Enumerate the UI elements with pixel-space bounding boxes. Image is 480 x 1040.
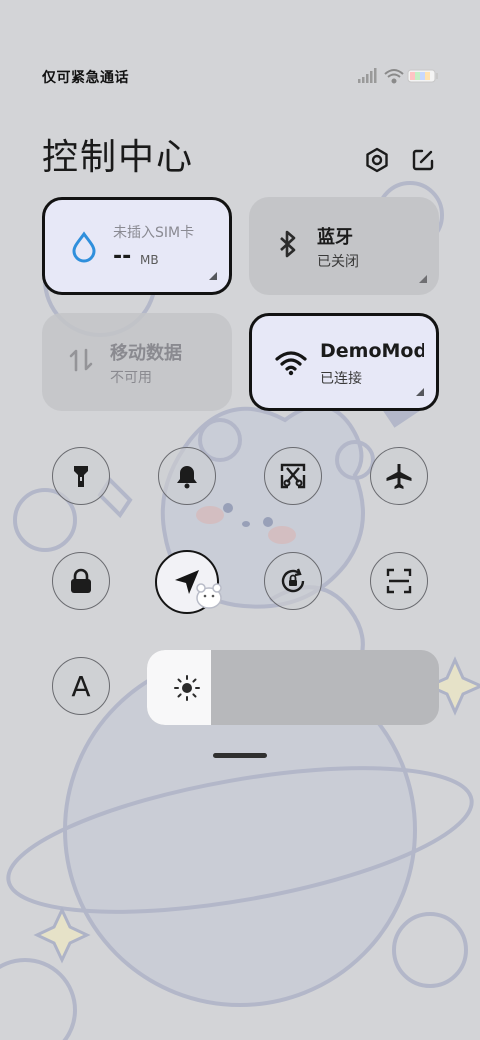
wifi-status-icon	[384, 69, 404, 84]
flashlight-toggle[interactable]	[52, 447, 110, 505]
screenshot-icon	[280, 463, 306, 489]
mobile-data-icon	[69, 348, 93, 372]
silent-toggle[interactable]	[158, 447, 216, 505]
expand-corner-icon	[416, 388, 424, 396]
expand-corner-icon	[209, 272, 217, 280]
battery-icon	[407, 69, 438, 83]
sim-status-label: 未插入SIM卡	[113, 225, 195, 241]
sim-data-tile[interactable]: 未插入SIM卡 -- MB	[42, 197, 232, 295]
drag-handle[interactable]	[213, 753, 267, 758]
scanner-toggle[interactable]	[370, 552, 428, 610]
data-usage-value: --	[113, 244, 132, 269]
sticker-icon	[196, 583, 222, 609]
page-title: 控制中心	[42, 137, 195, 178]
signal-icon	[358, 68, 377, 83]
edit-icon	[412, 149, 434, 171]
mobile-data-label: 移动数据	[110, 343, 182, 364]
data-usage-unit: MB	[140, 253, 159, 267]
wifi-icon	[275, 351, 307, 376]
bluetooth-tile[interactable]: 蓝牙 已关闭	[249, 197, 439, 295]
bluetooth-label: 蓝牙	[317, 227, 353, 248]
airplane-toggle[interactable]	[370, 447, 428, 505]
expand-corner-icon	[419, 275, 427, 283]
wifi-network-name: DemoMod	[320, 340, 424, 362]
mobile-data-tile[interactable]: 移动数据 不可用	[42, 313, 232, 411]
status-carrier-text: 仅可紧急通话	[42, 70, 129, 86]
airplane-icon	[386, 464, 412, 489]
wifi-tile[interactable]: DemoMod 已连接	[249, 313, 439, 411]
settings-button[interactable]	[362, 145, 392, 175]
mobile-data-status: 不可用	[110, 370, 152, 386]
screenshot-toggle[interactable]	[264, 447, 322, 505]
gear-icon	[366, 147, 388, 173]
water-drop-icon	[72, 231, 96, 263]
rotation-lock-icon	[281, 568, 305, 593]
edit-button[interactable]	[408, 145, 438, 175]
bluetooth-icon	[280, 230, 296, 258]
sun-icon	[174, 675, 200, 701]
wifi-status: 已连接	[320, 371, 362, 387]
scan-icon	[386, 568, 412, 594]
bluetooth-status: 已关闭	[317, 254, 359, 270]
rotation-lock-toggle[interactable]	[264, 552, 322, 610]
flashlight-icon	[74, 466, 88, 487]
bell-icon	[177, 466, 197, 489]
text-size-glyph: A	[71, 669, 91, 703]
brightness-slider[interactable]	[147, 650, 439, 725]
text-size-button[interactable]: A	[52, 657, 110, 715]
lock-screen-toggle[interactable]	[52, 552, 110, 610]
lock-icon	[71, 568, 91, 593]
status-icons	[358, 68, 438, 84]
